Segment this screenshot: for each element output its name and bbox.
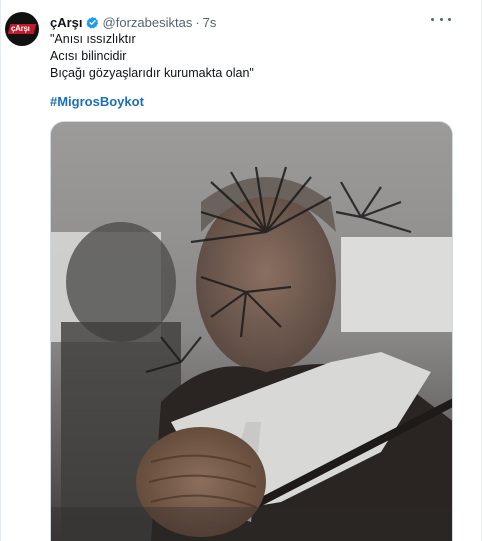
tweet-text-line: Acısı bilincidir xyxy=(50,49,127,63)
more-dot xyxy=(439,17,443,21)
meta-separator: · xyxy=(195,14,200,30)
tweet-text: "Anısı ıssızlıktır Acısı bilincidir Bıça… xyxy=(50,31,254,82)
verified-badge-icon xyxy=(85,16,98,28)
avatar-logo-text: çArşı xyxy=(11,24,30,33)
tweet-text-line: Bıçağı gözyaşlarıdır kurumakta olan" xyxy=(50,66,254,80)
more-options-icon[interactable] xyxy=(431,12,451,26)
tweet-header: çArşı @forzabesiktas · 7s xyxy=(50,13,216,31)
more-dot xyxy=(448,17,451,21)
tweet-photo[interactable] xyxy=(50,121,453,541)
tweet-text-line: "Anısı ıssızlıktır xyxy=(50,32,136,46)
tweet-card[interactable]: çArşı çArşı @forzabesiktas · 7s "Anısı ı… xyxy=(0,0,482,541)
avatar[interactable]: çArşı xyxy=(5,12,39,46)
author-name[interactable]: çArşı xyxy=(50,15,83,30)
hashtag-link[interactable]: #MigrosBoykot xyxy=(50,94,144,109)
tweet-timestamp[interactable]: 7s xyxy=(203,15,217,30)
author-handle[interactable]: @forzabesiktas xyxy=(103,15,193,30)
photo-illustration xyxy=(51,122,452,541)
more-dot xyxy=(431,17,434,21)
